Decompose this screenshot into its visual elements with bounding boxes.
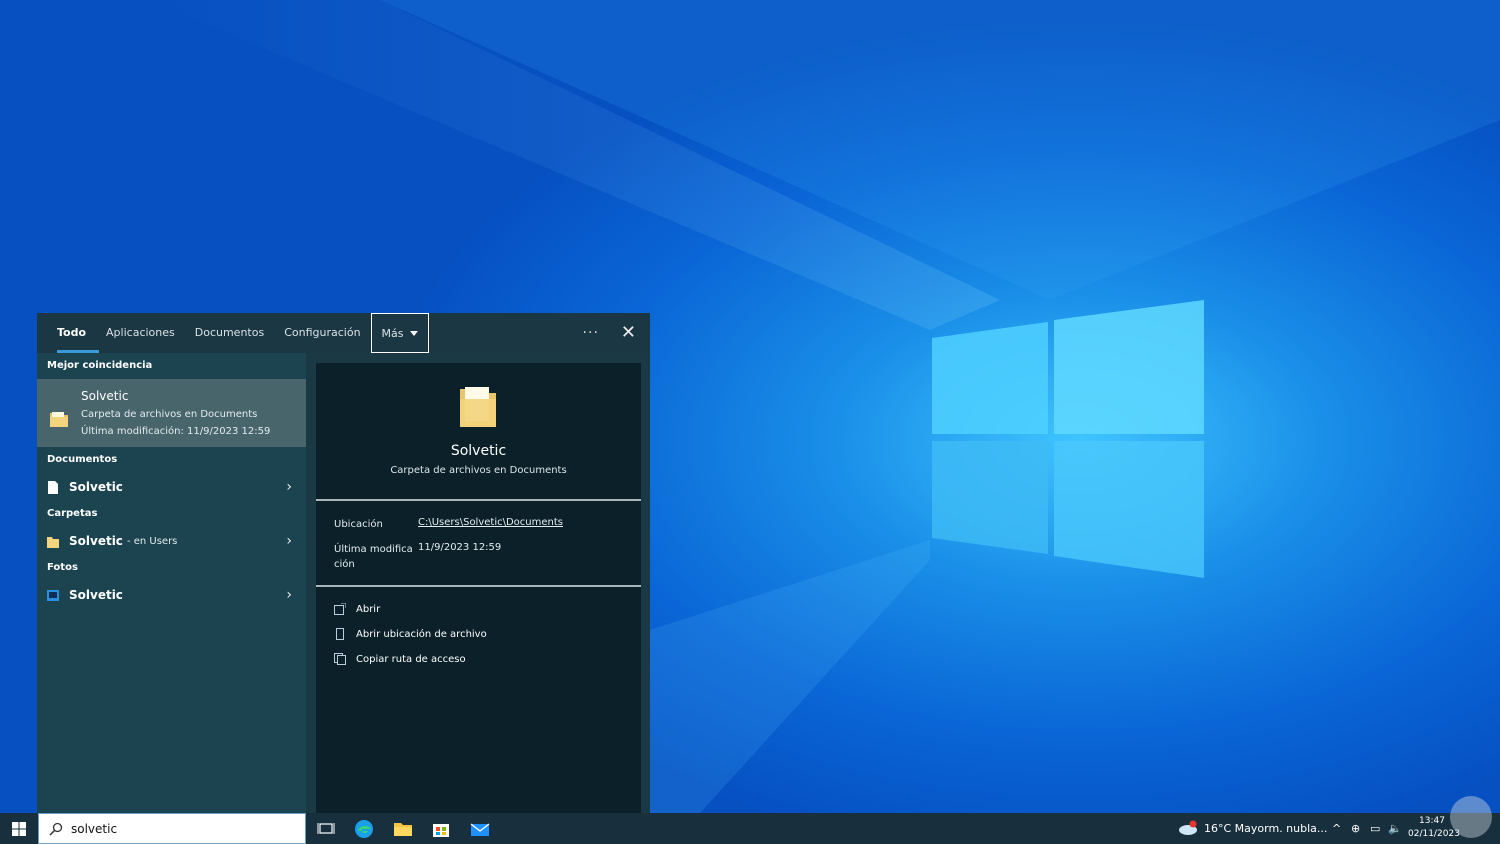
taskbar-clock[interactable]: 13:47 02/11/2023 — [1408, 815, 1460, 841]
folder-icon — [50, 412, 68, 427]
documents-result-item[interactable]: Solvetic › — [37, 473, 306, 501]
search-input[interactable] — [71, 821, 291, 836]
taskbar-search[interactable] — [38, 813, 306, 844]
weather-widget[interactable]: 16°C Mayorm. nubla... — [1178, 820, 1327, 836]
copy-path-action[interactable]: Copiar ruta de acceso — [334, 653, 466, 665]
divider — [316, 499, 641, 501]
windows-icon — [11, 821, 26, 836]
tab-documentos[interactable]: Documentos — [185, 313, 274, 353]
meet-now-icon[interactable]: ⊕ — [1351, 822, 1360, 835]
search-flyout: Todo Aplicaciones Documentos Configuraci… — [37, 313, 650, 813]
tab-mas-label: Más — [381, 326, 404, 340]
best-match-desc: Carpeta de archivos en Documents — [81, 409, 258, 420]
documents-result-label: Solvetic — [69, 480, 123, 494]
weather-text: 16°C Mayorm. nubla... — [1204, 821, 1328, 835]
edge-browser-icon[interactable] — [354, 819, 374, 839]
windows-logo-graphic — [932, 300, 1204, 578]
chevron-right-icon[interactable]: › — [286, 533, 292, 549]
modified-label: Última modifica ción — [334, 544, 413, 570]
search-icon — [49, 822, 63, 836]
file-location-icon — [336, 628, 344, 640]
folder-icon — [47, 536, 59, 548]
photos-result-item[interactable]: Solvetic › — [37, 581, 306, 609]
open-action[interactable]: Abrir — [334, 603, 380, 615]
photos-result-label: Solvetic — [69, 588, 123, 602]
section-documents: Documentos — [47, 454, 118, 465]
clock-time: 13:47 — [1419, 816, 1445, 826]
best-match-item[interactable]: Solvetic Carpeta de archivos en Document… — [37, 379, 306, 447]
folders-result-item[interactable]: Solvetic - en Users › — [37, 527, 306, 555]
chevron-right-icon[interactable]: › — [286, 587, 292, 603]
document-icon — [48, 480, 58, 494]
task-view-icon[interactable] — [316, 819, 336, 839]
tab-aplicaciones[interactable]: Aplicaciones — [96, 313, 185, 353]
best-match-name: Solvetic — [81, 389, 129, 403]
copy-icon — [334, 653, 346, 665]
watermark-logo — [1450, 796, 1492, 838]
folders-result-label: Solvetic — [69, 534, 123, 548]
section-folders: Carpetas — [47, 508, 98, 519]
tab-configuracion[interactable]: Configuración — [274, 313, 370, 353]
modified-value: 11/9/2023 12:59 — [418, 542, 502, 553]
preview-title: Solvetic — [450, 443, 507, 459]
microsoft-store-icon[interactable] — [431, 819, 451, 839]
open-label: Abrir — [356, 603, 381, 615]
network-icon[interactable]: ▭ — [1370, 822, 1380, 835]
location-link[interactable]: C:\Users\Solvetic\Documents — [418, 517, 563, 528]
mail-icon[interactable] — [470, 819, 490, 839]
ellipsis-icon[interactable]: ··· — [583, 325, 599, 341]
search-tabs: Todo Aplicaciones Documentos Configuraci… — [37, 313, 650, 353]
open-location-action[interactable]: Abrir ubicación de archivo — [334, 628, 487, 640]
tab-todo[interactable]: Todo — [47, 313, 100, 353]
clock-date: 02/11/2023 — [1408, 829, 1460, 839]
best-match-modified: Última modificación: 11/9/2023 12:59 — [81, 426, 271, 437]
divider — [316, 585, 641, 587]
results-list: Mejor coincidencia Solvetic Carpeta de a… — [37, 353, 306, 813]
section-best-match: Mejor coincidencia — [47, 360, 153, 371]
section-photos: Fotos — [47, 562, 78, 573]
taskbar: 16°C Mayorm. nubla... ^ ⊕ ▭ 🔈 13:47 02/1… — [0, 813, 1500, 844]
folder-large-icon — [460, 387, 496, 427]
close-icon[interactable]: ✕ — [621, 324, 636, 342]
photos-app-icon — [47, 589, 59, 601]
folders-result-sub: - en Users — [126, 535, 178, 547]
open-icon — [334, 603, 346, 615]
chevron-right-icon[interactable]: › — [286, 479, 292, 495]
start-button[interactable] — [0, 813, 37, 844]
location-label: Ubicación — [334, 519, 383, 530]
chevron-up-icon[interactable]: ^ — [1332, 822, 1341, 835]
file-explorer-icon[interactable] — [393, 819, 413, 839]
preview-pane: Solvetic Carpeta de archivos en Document… — [316, 363, 641, 813]
preview-subtitle: Carpeta de archivos en Documents — [390, 465, 567, 476]
open-location-label: Abrir ubicación de archivo — [356, 628, 487, 640]
tab-mas-dropdown[interactable]: Más — [370, 313, 429, 353]
volume-icon[interactable]: 🔈 — [1388, 822, 1402, 835]
cloud-icon — [1179, 820, 1197, 835]
chevron-down-icon — [409, 330, 418, 336]
copy-path-label: Copiar ruta de acceso — [356, 653, 466, 665]
